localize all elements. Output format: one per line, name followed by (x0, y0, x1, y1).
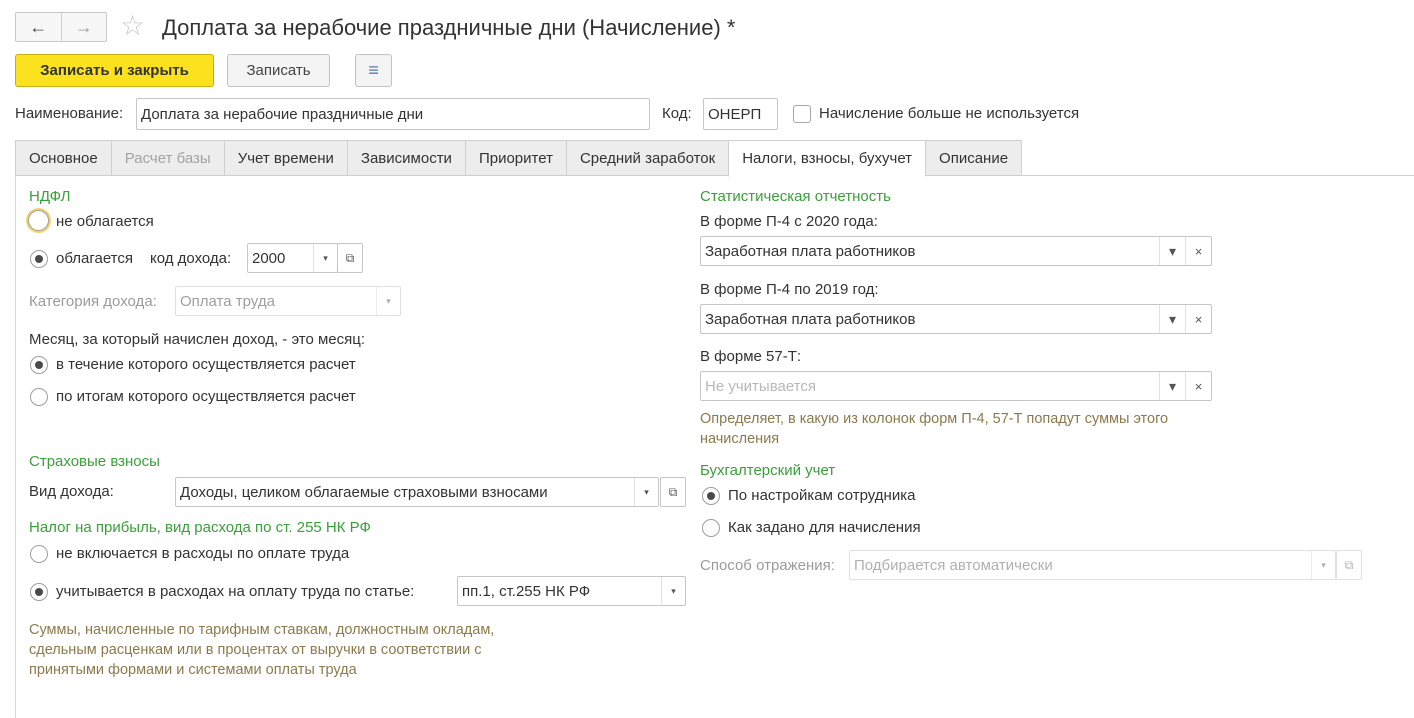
tab-dependencies[interactable]: Зависимости (346, 140, 466, 176)
dropdown-arrow-icon[interactable]: ▾ (313, 244, 337, 272)
profit-included-radio[interactable] (30, 583, 48, 601)
profit-tax-section-title: Налог на прибыль, вид расхода по ст. 255… (29, 519, 371, 536)
expense-article-field[interactable]: пп.1, ст.255 НК РФ ▾ (457, 576, 686, 606)
open-icon[interactable]: ⧉ (660, 477, 686, 507)
month-after-radio[interactable] (30, 388, 48, 406)
tab-average-earnings[interactable]: Средний заработок (565, 140, 730, 176)
name-field[interactable]: Доплата за нерабочие праздничные дни (136, 98, 650, 130)
income-code-label: код дохода: (150, 250, 232, 267)
open-icon: ⧉ (1336, 550, 1362, 580)
month-during-radio[interactable] (30, 356, 48, 374)
ndfl-not-taxed-label: не облагается (56, 213, 154, 230)
name-label: Наименование: (15, 105, 124, 122)
clear-icon[interactable]: × (1185, 237, 1211, 265)
ndfl-not-taxed-radio[interactable] (28, 210, 49, 231)
dropdown-arrow-icon[interactable]: ▾ (1159, 237, 1185, 265)
reflection-method-placeholder: Подбирается автоматически (854, 556, 1053, 574)
code-field[interactable]: ОНЕРП (703, 98, 778, 130)
dropdown-arrow-icon: ▾ (376, 287, 400, 315)
dropdown-arrow-icon[interactable]: ▾ (634, 478, 658, 506)
panel-border (15, 176, 16, 718)
income-type-label: Вид дохода: (29, 483, 114, 500)
page-title: Доплата за нерабочие праздничные дни (На… (162, 15, 736, 40)
clear-icon[interactable]: × (1185, 372, 1211, 400)
tab-taxes[interactable]: Налоги, взносы, бухучет (728, 140, 927, 177)
dropdown-arrow-icon[interactable]: ▾ (661, 577, 685, 605)
income-code-field[interactable]: 2000 ▾ (247, 243, 338, 273)
tab-main[interactable]: Основное (15, 140, 112, 176)
statistics-hint: Определяет, в какую из колонок форм П-4,… (700, 411, 1169, 447)
report-icon[interactable]: ≡ (355, 54, 392, 87)
back-arrow-icon[interactable]: ← (16, 13, 61, 41)
ndfl-section-title: НДФЛ (29, 188, 71, 205)
p4-2020-field[interactable]: Заработная плата работников ▾ × (700, 236, 1212, 266)
f57t-field[interactable]: Не учитывается ▾ × (700, 371, 1212, 401)
month-during-label: в течение которого осуществляется расчет (56, 356, 356, 373)
f57t-label: В форме 57-Т: (700, 348, 802, 365)
name-value: Доплата за нерабочие праздничные дни (141, 105, 424, 123)
p4-2019-label: В форме П-4 по 2019 год: (700, 281, 879, 298)
income-type-value: Доходы, целиком облагаемые страховыми вз… (180, 483, 548, 501)
ndfl-taxed-radio[interactable] (30, 250, 48, 268)
ndfl-taxed-label: облагается (56, 250, 134, 267)
code-label: Код: (662, 105, 692, 122)
unused-label: Начисление больше не используется (819, 105, 1080, 122)
reflection-method-label: Способ отражения: (700, 557, 835, 574)
dropdown-arrow-icon[interactable]: ▾ (1159, 305, 1185, 333)
profit-included-label: учитывается в расходах на оплату труда п… (56, 583, 415, 600)
accounting-employee-label: По настройкам сотрудника (728, 487, 916, 504)
income-month-label: Месяц, за который начислен доход, - это … (29, 331, 366, 348)
tab-description[interactable]: Описание (925, 140, 1023, 176)
income-category-field: Оплата труда ▾ (175, 286, 401, 316)
profit-not-included-radio[interactable] (30, 545, 48, 563)
nav-buttons: ← → (15, 12, 107, 42)
save-and-close-button[interactable]: Записать и закрыть (15, 54, 214, 87)
p4-2019-field[interactable]: Заработная плата работников ▾ × (700, 304, 1212, 334)
p4-2019-value: Заработная плата работников (705, 310, 916, 328)
income-code-value: 2000 (252, 249, 286, 267)
unused-checkbox[interactable] (793, 105, 811, 123)
insurance-section-title: Страховые взносы (29, 453, 160, 470)
clear-icon[interactable]: × (1185, 305, 1211, 333)
p4-2020-value: Заработная плата работников (705, 242, 916, 260)
reflection-method-field: Подбирается автоматически ▾ (849, 550, 1336, 580)
dropdown-arrow-icon[interactable]: ▾ (1159, 372, 1185, 400)
f57t-placeholder: Не учитывается (705, 377, 816, 395)
favorite-star-icon[interactable]: ☆ (120, 11, 145, 41)
tab-priority[interactable]: Приоритет (464, 140, 567, 176)
open-icon[interactable]: ⧉ (337, 243, 363, 273)
accounting-accrual-label: Как задано для начисления (728, 519, 921, 536)
tab-time-accounting[interactable]: Учет времени (223, 140, 348, 176)
profit-tax-hint: Суммы, начисленные по тарифным ставкам, … (29, 622, 495, 678)
tab-divider (15, 175, 1414, 176)
code-value: ОНЕРП (708, 105, 762, 123)
tab-base-calc[interactable]: Расчет базы (110, 140, 225, 176)
save-button[interactable]: Записать (227, 54, 330, 87)
income-category-value: Оплата труда (180, 292, 275, 310)
accounting-employee-radio[interactable] (702, 487, 720, 505)
expense-article-value: пп.1, ст.255 НК РФ (462, 582, 591, 600)
profit-not-included-label: не включается в расходы по оплате труда (56, 545, 350, 562)
income-type-field[interactable]: Доходы, целиком облагаемые страховыми вз… (175, 477, 659, 507)
forward-arrow-icon[interactable]: → (60, 13, 107, 41)
tab-bar: Основное Расчет базы Учет времени Зависи… (15, 140, 1023, 177)
accounting-accrual-radio[interactable] (702, 519, 720, 537)
dropdown-arrow-icon: ▾ (1311, 551, 1335, 579)
month-after-label: по итогам которого осуществляется расчет (56, 388, 356, 405)
accounting-section-title: Бухгалтерский учет (700, 462, 836, 479)
statistics-section-title: Статистическая отчетность (700, 188, 891, 205)
income-category-label: Категория дохода: (29, 293, 157, 310)
p4-2020-label: В форме П-4 с 2020 года: (700, 213, 878, 230)
